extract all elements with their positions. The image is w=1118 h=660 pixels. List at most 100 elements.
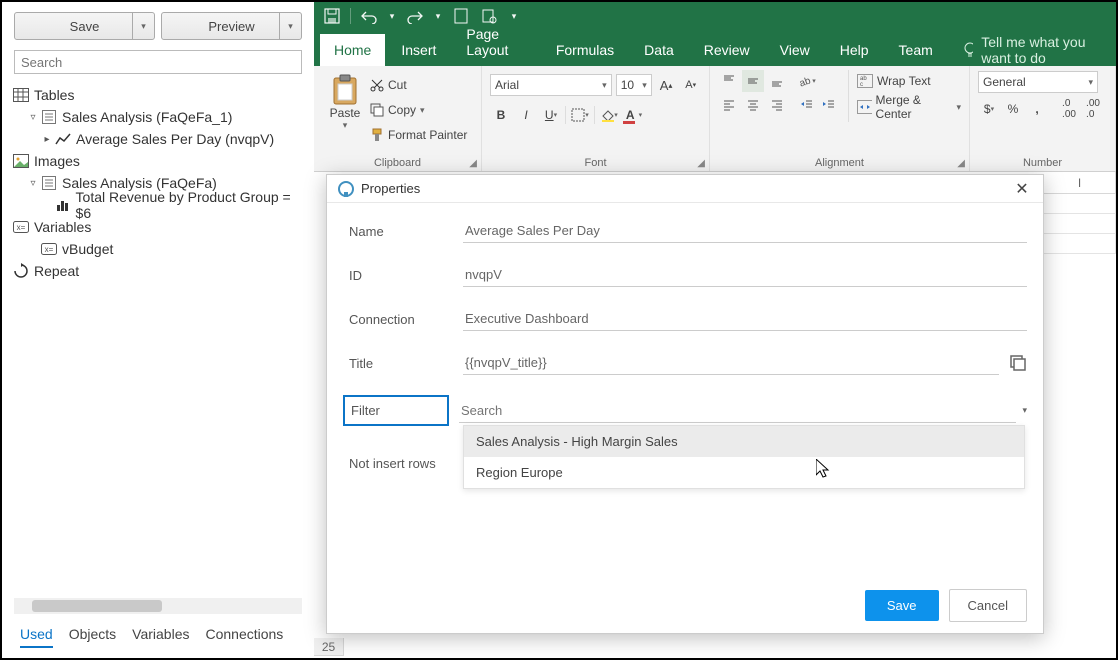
increase-decimal-icon[interactable]: .0.00: [1058, 98, 1080, 120]
dialog-launcher-icon[interactable]: ◢: [469, 158, 477, 169]
dialog-footer: Save Cancel: [327, 577, 1043, 633]
align-left-icon[interactable]: [718, 94, 740, 116]
filter-search-input[interactable]: [459, 399, 1016, 423]
merge-center-button[interactable]: Merge & Center ▾: [857, 96, 961, 118]
group-label: Font: [482, 157, 709, 169]
dialog-launcher-icon[interactable]: ◢: [697, 158, 705, 169]
tree-node-images-leaf[interactable]: Total Revenue by Product Group = $6: [12, 194, 304, 216]
new-doc-icon[interactable]: [451, 6, 471, 26]
number-format-select[interactable]: General▾: [978, 71, 1098, 93]
name-input[interactable]: [463, 219, 1027, 243]
tree-label: Average Sales Per Day (nvqpV): [76, 131, 274, 147]
print-preview-icon[interactable]: [479, 6, 499, 26]
underline-button[interactable]: U▾: [540, 104, 562, 126]
expand-icon[interactable]: ▸: [40, 134, 54, 145]
decrease-decimal-icon[interactable]: .00.0: [1082, 98, 1104, 120]
align-center-icon[interactable]: [742, 94, 764, 116]
id-input[interactable]: [463, 263, 1027, 287]
dropdown-item[interactable]: Region Europe: [464, 457, 1024, 488]
expand-icon[interactable]: ▿: [26, 178, 40, 189]
border-button[interactable]: ▾: [569, 104, 591, 126]
preview-button[interactable]: Preview ▾: [161, 12, 302, 40]
increase-font-icon[interactable]: A▴: [656, 74, 677, 96]
tree-node-tables-leaf[interactable]: ▸ Average Sales Per Day (nvqpV): [12, 128, 304, 150]
copy-dropdown-icon[interactable]: ▾: [420, 105, 425, 116]
fill-color-button[interactable]: ▾: [598, 104, 620, 126]
dialog-launcher-icon[interactable]: ◢: [957, 158, 965, 169]
column-header[interactable]: I: [1044, 172, 1116, 194]
dropdown-item[interactable]: Sales Analysis - High Margin Sales: [464, 426, 1024, 457]
increase-indent-icon[interactable]: [818, 94, 840, 116]
tree-label: Tables: [34, 87, 74, 103]
dialog-cancel-button[interactable]: Cancel: [949, 589, 1027, 622]
italic-button[interactable]: I: [515, 104, 537, 126]
font-color-button[interactable]: A▾: [623, 104, 645, 126]
preview-dropdown-caret[interactable]: ▾: [279, 13, 301, 39]
ribbon-tab-insert[interactable]: Insert: [387, 34, 450, 66]
save-icon[interactable]: [322, 6, 342, 26]
ribbon-tab-view[interactable]: View: [766, 34, 824, 66]
tree-node-images[interactable]: Images: [12, 150, 304, 172]
group-label: Number: [970, 157, 1115, 169]
connection-input[interactable]: [463, 307, 1027, 331]
paste-button[interactable]: Paste ▾: [322, 70, 368, 146]
font-name-select[interactable]: Arial▾: [490, 74, 612, 96]
expand-icon[interactable]: ▿: [26, 112, 40, 123]
qat-customize-icon[interactable]: ▾: [507, 6, 521, 26]
tab-objects[interactable]: Objects: [69, 626, 116, 648]
redo-dropdown-icon[interactable]: ▾: [433, 6, 443, 26]
paste-dropdown-icon[interactable]: ▾: [343, 120, 348, 131]
app-icon: [337, 180, 355, 198]
copy-button[interactable]: Copy ▾: [370, 99, 467, 121]
tab-variables[interactable]: Variables: [132, 626, 189, 648]
merge-icon: [857, 100, 872, 114]
align-middle-icon[interactable]: [742, 70, 764, 92]
decrease-indent-icon[interactable]: [796, 94, 818, 116]
undo-icon[interactable]: [359, 6, 379, 26]
sidebar-search-input[interactable]: [14, 50, 302, 74]
tab-used[interactable]: Used: [20, 626, 53, 648]
dialog-save-button[interactable]: Save: [865, 590, 939, 621]
format-painter-button[interactable]: Format Painter: [370, 124, 467, 146]
comma-format-button[interactable]: ,: [1026, 98, 1048, 120]
ribbon-tab-team[interactable]: Team: [885, 34, 947, 66]
copy-button[interactable]: [1009, 354, 1027, 372]
orientation-button[interactable]: ab▾: [796, 70, 818, 92]
save-button[interactable]: Save ▾: [14, 12, 155, 40]
tree-node-repeat[interactable]: Repeat: [12, 260, 304, 282]
bold-button[interactable]: B: [490, 104, 512, 126]
font-size-select[interactable]: 10▾: [616, 74, 652, 96]
group-label: Alignment: [710, 157, 969, 169]
wrap-text-button[interactable]: abc Wrap Text: [857, 70, 961, 92]
align-right-icon[interactable]: [766, 94, 788, 116]
close-button[interactable]: ✕: [1011, 178, 1033, 200]
field-label-connection: Connection: [343, 312, 463, 327]
decrease-font-icon[interactable]: A▾: [680, 74, 701, 96]
tab-connections[interactable]: Connections: [205, 626, 283, 648]
line-chart-icon: [54, 132, 72, 146]
sidebar-scrollbar[interactable]: [14, 598, 302, 614]
tree-node-tables-child[interactable]: ▿ Sales Analysis (FaQeFa_1): [12, 106, 304, 128]
ribbon-tab-formulas[interactable]: Formulas: [542, 34, 628, 66]
ribbon-tab-help[interactable]: Help: [826, 34, 883, 66]
cut-button[interactable]: Cut: [370, 74, 467, 96]
paste-label: Paste: [330, 106, 361, 120]
title-input[interactable]: [463, 351, 999, 375]
filter-dropdown-icon[interactable]: ▾: [1022, 405, 1027, 416]
scrollbar-thumb[interactable]: [32, 600, 162, 612]
ribbon-tab-review[interactable]: Review: [690, 34, 764, 66]
percent-format-button[interactable]: %: [1002, 98, 1024, 120]
tree-node-variables-leaf[interactable]: x= vBudget: [12, 238, 304, 260]
align-top-icon[interactable]: [718, 70, 740, 92]
ribbon-tab-home[interactable]: Home: [320, 34, 385, 66]
row-header[interactable]: 25: [314, 638, 344, 656]
redo-icon[interactable]: [405, 6, 425, 26]
tree-node-tables[interactable]: Tables: [12, 84, 304, 106]
undo-dropdown-icon[interactable]: ▾: [387, 6, 397, 26]
tell-me-search[interactable]: Tell me what you want to do: [963, 34, 1110, 66]
merge-dropdown-icon[interactable]: ▾: [956, 102, 961, 113]
accounting-format-button[interactable]: $▾: [978, 98, 1000, 120]
ribbon-tab-data[interactable]: Data: [630, 34, 688, 66]
align-bottom-icon[interactable]: [766, 70, 788, 92]
save-dropdown-caret[interactable]: ▾: [132, 13, 154, 39]
